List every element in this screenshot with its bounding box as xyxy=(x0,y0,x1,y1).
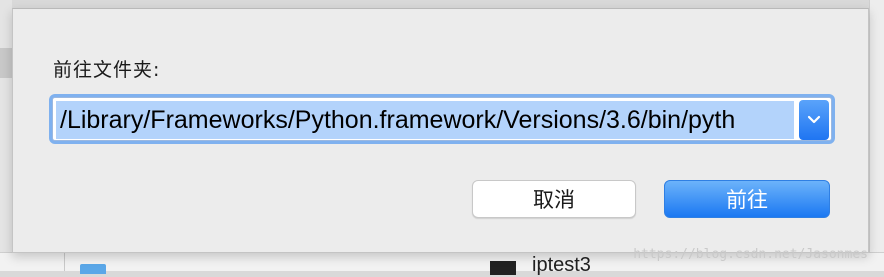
cancel-button[interactable]: 取消 xyxy=(472,180,636,218)
executable-file-icon xyxy=(490,261,516,275)
go-to-folder-dialog: 前往文件夹: /Library/Frameworks/Python.framew… xyxy=(12,8,869,253)
path-combo-inner: /Library/Frameworks/Python.framework/Ver… xyxy=(52,97,832,141)
chevron-down-icon xyxy=(807,115,821,124)
background-column-divider xyxy=(64,253,65,271)
go-button[interactable]: 前往 xyxy=(664,180,830,218)
background-window-sidebar xyxy=(0,0,12,270)
dialog-label: 前往文件夹: xyxy=(53,59,161,81)
path-input[interactable]: /Library/Frameworks/Python.framework/Ver… xyxy=(56,101,794,139)
background-window-scrollbar xyxy=(869,0,884,270)
background-file-name[interactable]: iptest3 xyxy=(532,254,591,277)
watermark: https://blog.csdn.net/Jasonmes xyxy=(633,247,868,262)
folder-icon xyxy=(80,264,106,274)
path-history-dropdown-button[interactable] xyxy=(799,100,829,140)
path-combo-box: /Library/Frameworks/Python.framework/Ver… xyxy=(49,94,835,144)
background-sidebar-selection xyxy=(0,48,12,78)
